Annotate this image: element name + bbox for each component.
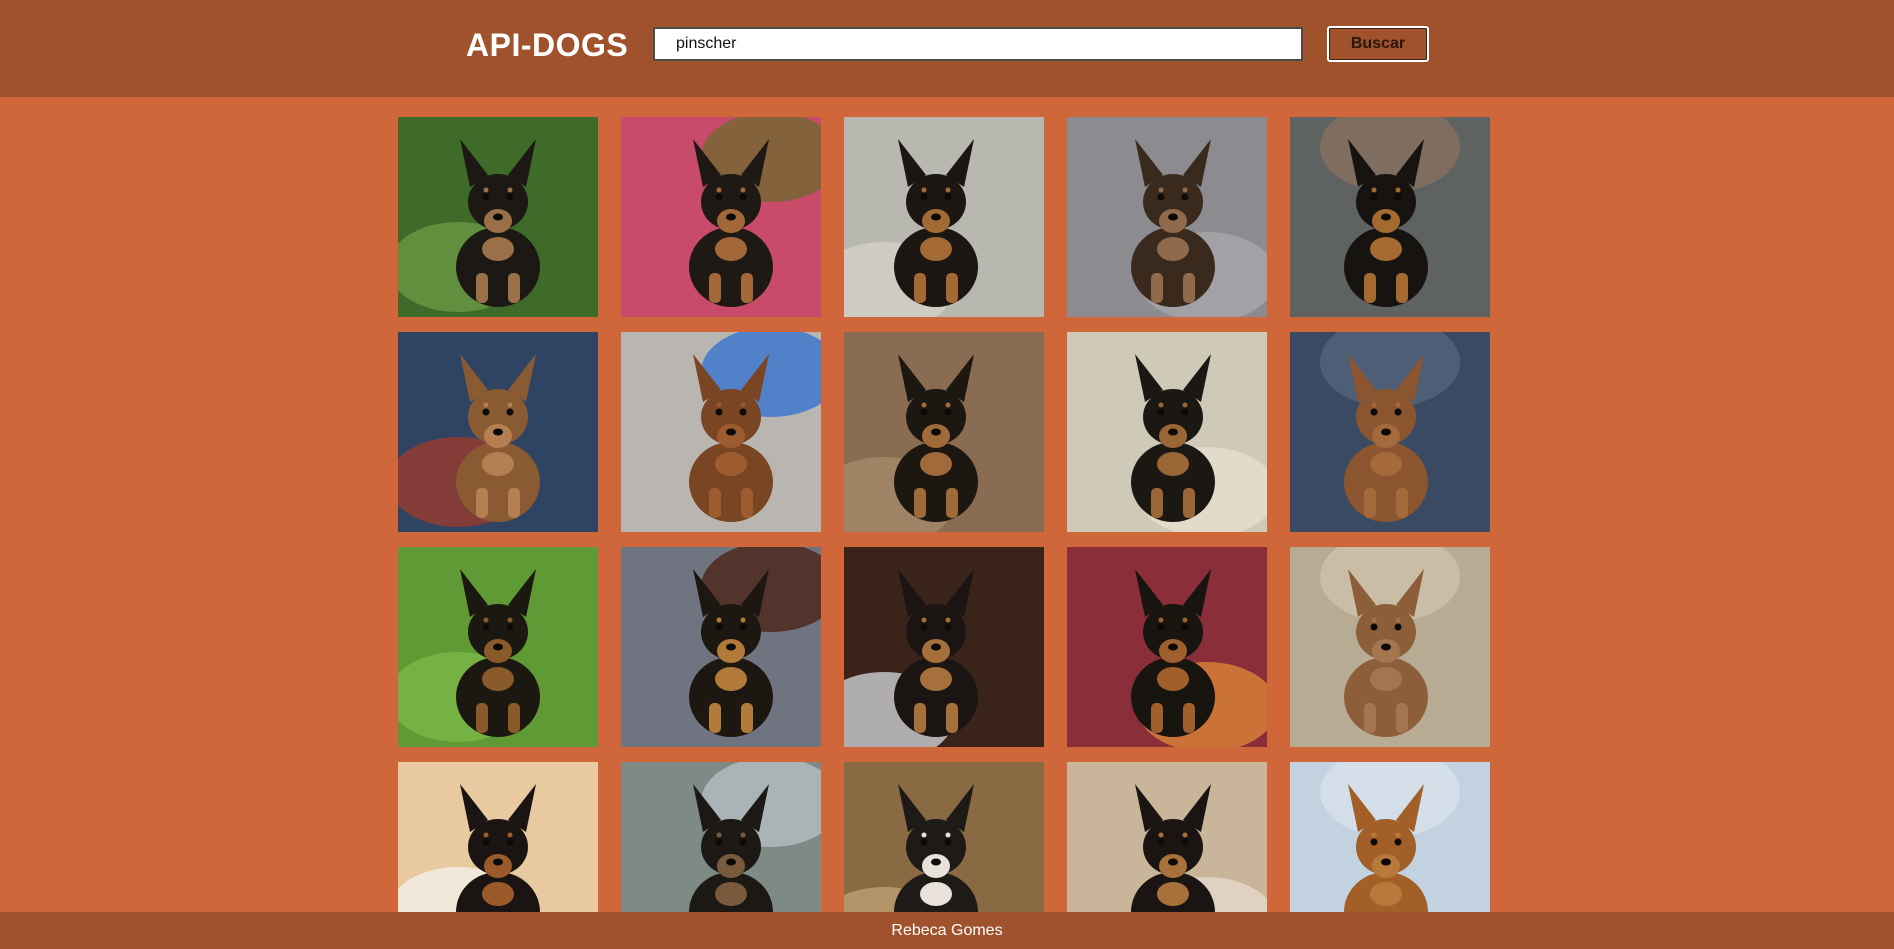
dog-photo bbox=[1290, 762, 1490, 912]
dog-photo bbox=[1067, 117, 1267, 317]
dog-photo bbox=[1067, 332, 1267, 532]
dog-photo bbox=[1067, 547, 1267, 747]
dog-photo bbox=[844, 762, 1044, 912]
search-input[interactable] bbox=[653, 27, 1303, 61]
dog-image bbox=[1290, 762, 1490, 912]
dog-image bbox=[844, 332, 1044, 532]
dog-photo bbox=[1067, 762, 1267, 912]
dog-photo bbox=[398, 117, 598, 317]
dog-image bbox=[1067, 332, 1267, 532]
dog-photo bbox=[844, 332, 1044, 532]
dog-photo bbox=[621, 332, 821, 532]
dog-image bbox=[398, 762, 598, 912]
dog-photo bbox=[1290, 547, 1490, 747]
dog-photo bbox=[621, 117, 821, 317]
header-bar: API-DOGS Buscar bbox=[0, 0, 1894, 97]
dog-image bbox=[1067, 117, 1267, 317]
dog-photo bbox=[621, 762, 821, 912]
dog-image bbox=[1067, 547, 1267, 747]
dog-photo bbox=[1290, 332, 1490, 532]
dog-image bbox=[1290, 332, 1490, 532]
search-button[interactable]: Buscar bbox=[1327, 26, 1429, 62]
dog-image bbox=[621, 332, 821, 532]
dog-image bbox=[621, 547, 821, 747]
dog-image bbox=[1290, 117, 1490, 317]
dog-photo bbox=[1290, 117, 1490, 317]
dog-image bbox=[844, 547, 1044, 747]
dog-image bbox=[398, 332, 598, 532]
dog-image bbox=[398, 117, 598, 317]
dog-photo bbox=[844, 117, 1044, 317]
dog-photo bbox=[398, 762, 598, 912]
dog-image bbox=[844, 117, 1044, 317]
dog-photo bbox=[844, 547, 1044, 747]
footer-credit: Rebeca Gomes bbox=[891, 922, 1003, 939]
dog-photo bbox=[398, 332, 598, 532]
dog-image bbox=[621, 117, 821, 317]
dog-image bbox=[844, 762, 1044, 912]
dog-image bbox=[1067, 762, 1267, 912]
dog-image bbox=[1290, 547, 1490, 747]
dog-photo bbox=[398, 547, 598, 747]
dog-photo bbox=[621, 547, 821, 747]
dog-image bbox=[621, 762, 821, 912]
footer-bar: Rebeca Gomes bbox=[0, 912, 1894, 949]
dog-gallery bbox=[398, 117, 1490, 912]
app-logo: API-DOGS bbox=[466, 27, 629, 63]
dog-image bbox=[398, 547, 598, 747]
